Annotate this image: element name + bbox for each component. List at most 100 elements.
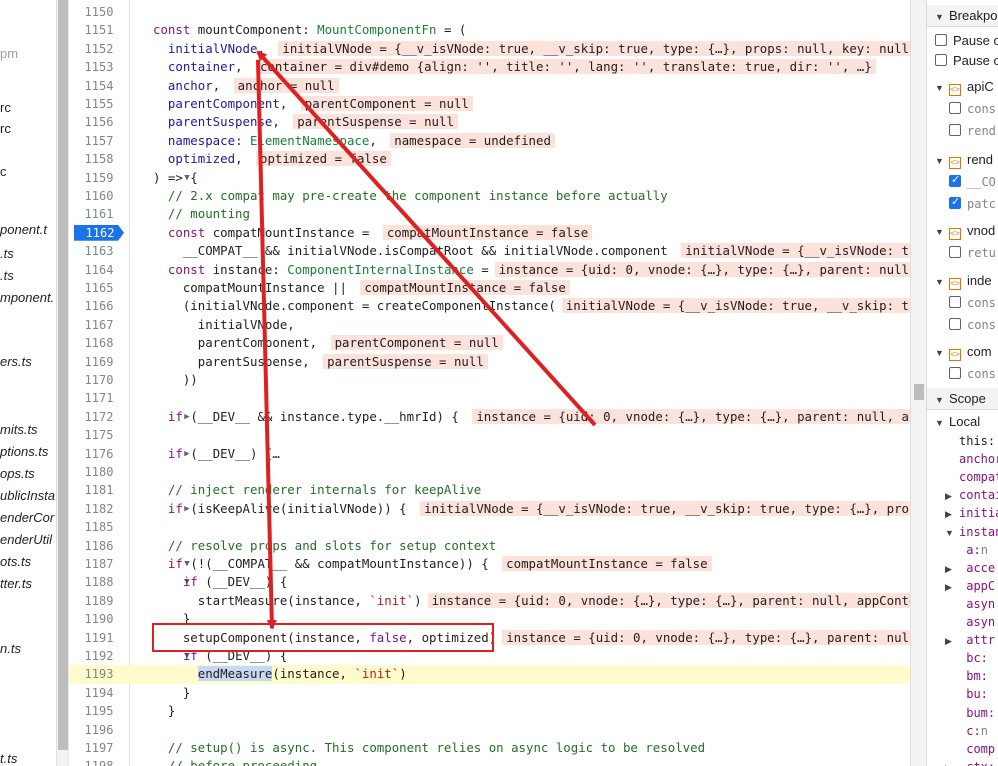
navigator-file[interactable]: ponent.t xyxy=(0,222,47,237)
line-number[interactable]: 1150 xyxy=(69,3,129,21)
scope-variable[interactable]: ▶ attr xyxy=(927,632,995,647)
line-number[interactable]: 1185 xyxy=(69,518,129,536)
navigator-scroll-thumb[interactable] xyxy=(58,0,68,750)
line-number[interactable]: 1158 xyxy=(69,150,129,168)
line-number[interactable]: 1176 xyxy=(69,445,129,463)
line-number[interactable]: 1188 xyxy=(69,573,129,591)
navigator-file[interactable]: t.ts xyxy=(0,751,17,766)
navigator-file[interactable]: .ts xyxy=(0,268,14,283)
line-number[interactable]: 1175 xyxy=(69,426,129,444)
line-number[interactable]: 1152 xyxy=(69,40,129,58)
line-number[interactable]: 1153 xyxy=(69,58,129,76)
breakpoint-checkbox[interactable] xyxy=(949,367,961,379)
scope-variable[interactable]: bc: xyxy=(927,650,988,665)
navigator-file[interactable]: ers.ts xyxy=(0,354,32,369)
navigator-file[interactable]: .ts xyxy=(0,246,14,261)
breakpoint-file-group[interactable]: ▼ <> rend xyxy=(927,152,993,169)
breakpoint-entry[interactable]: cons xyxy=(927,317,996,332)
breakpoint-checkbox[interactable] xyxy=(949,246,961,258)
line-number[interactable]: 1192 xyxy=(69,647,129,665)
line-number[interactable]: 1165 xyxy=(69,279,129,297)
scope-variable[interactable]: a:n xyxy=(927,542,988,557)
scope-variable[interactable]: ▶ ctx: xyxy=(927,759,995,766)
breakpoint-entry[interactable]: __CO xyxy=(927,173,996,189)
breakpoint-checkbox[interactable] xyxy=(949,124,961,136)
navigator-file[interactable]: enderUtil xyxy=(0,532,52,547)
line-number[interactable]: 1194 xyxy=(69,684,129,702)
line-number[interactable]: 1154 xyxy=(69,77,129,95)
line-number[interactable]: 1157 xyxy=(69,132,129,150)
line-number[interactable]: 1170 xyxy=(69,371,129,389)
breakpoint-file-group[interactable]: ▼ <> apiC xyxy=(927,79,994,96)
breakpoints-section-header[interactable]: ▼ Breakpo xyxy=(927,5,998,27)
scope-variable[interactable]: bm: xyxy=(927,668,988,683)
breakpoint-checkbox[interactable] xyxy=(949,318,961,330)
navigator-file[interactable]: mits.ts xyxy=(0,422,38,437)
breakpoint-marker[interactable]: 1162 xyxy=(74,224,126,242)
editor-scrollbar[interactable] xyxy=(910,0,926,766)
scope-variable[interactable]: ▼ instan xyxy=(927,524,998,539)
breakpoint-checkbox[interactable] xyxy=(949,102,961,114)
line-number[interactable]: 1190 xyxy=(69,610,129,628)
line-number[interactable]: 1171 xyxy=(69,389,129,407)
line-number[interactable]: 1164 xyxy=(69,261,129,279)
breakpoint-file-group[interactable]: ▼ <> inde xyxy=(927,273,992,290)
breakpoint-file-group[interactable]: ▼ <> com xyxy=(927,344,992,361)
line-number[interactable]: 1180 xyxy=(69,463,129,481)
line-number[interactable]: 1191 xyxy=(69,629,129,647)
scope-variable[interactable]: ▶ appC xyxy=(927,578,995,593)
scope-variable[interactable]: anchor xyxy=(927,451,998,466)
line-number[interactable]: 1181 xyxy=(69,481,129,499)
scope-variable[interactable]: ▶ contai xyxy=(927,487,998,502)
source-editor[interactable]: 1150 1151 const mountComponent: MountCompo… xyxy=(68,0,910,766)
line-number[interactable]: 1169 xyxy=(69,353,129,371)
line-number[interactable]: 1182 xyxy=(69,500,129,518)
breakpoint-checkbox[interactable] xyxy=(949,296,961,308)
line-number[interactable]: 1151 xyxy=(69,21,129,39)
line-number[interactable]: 1196 xyxy=(69,721,129,739)
scope-variable[interactable]: ▶ initia xyxy=(927,505,998,520)
line-number[interactable]: 1155 xyxy=(69,95,129,113)
breakpoint-checkbox[interactable] xyxy=(949,195,961,209)
scope-variable[interactable]: comp xyxy=(927,741,995,756)
line-number[interactable]: 1166 xyxy=(69,297,129,315)
line-number[interactable]: 1172 xyxy=(69,408,129,426)
scope-section-header[interactable]: ▼ Scope xyxy=(927,388,998,410)
line-number[interactable]: 1189 xyxy=(69,592,129,610)
breakpoint-entry[interactable]: retu xyxy=(927,245,996,260)
breakpoint-checkbox[interactable] xyxy=(949,173,961,187)
navigator-file[interactable]: n.ts xyxy=(0,641,21,656)
scope-variable[interactable]: asyn xyxy=(927,596,995,611)
local-scope-group[interactable]: ▼ Local xyxy=(927,414,980,429)
navigator-file[interactable]: ops.ts xyxy=(0,466,35,481)
line-number[interactable]: 1161 xyxy=(69,205,129,223)
navigator-scrollbar[interactable] xyxy=(56,0,68,766)
line-number[interactable]: 1197 xyxy=(69,739,129,757)
line-number[interactable]: 1156 xyxy=(69,113,129,131)
line-number[interactable]: 1159 xyxy=(69,169,129,187)
navigator-file[interactable]: c xyxy=(0,164,7,179)
navigator-file[interactable]: pm xyxy=(0,46,18,61)
navigator-file[interactable]: enderCor xyxy=(0,510,54,525)
pause-on-caught-toggle[interactable]: Pause o xyxy=(927,53,998,68)
scope-variable[interactable]: this: xyxy=(927,433,995,448)
scope-variable[interactable]: asyn xyxy=(927,614,995,629)
line-number[interactable]: 1187 xyxy=(69,555,129,573)
checkbox[interactable] xyxy=(935,54,947,66)
breakpoint-entry[interactable]: patc xyxy=(927,195,996,211)
navigator-file[interactable]: mponent. xyxy=(0,290,54,305)
navigator-file[interactable]: rc xyxy=(0,121,11,136)
breakpoint-entry[interactable]: cons xyxy=(927,295,996,310)
breakpoint-file-group[interactable]: ▼ <> vnod xyxy=(927,223,995,240)
breakpoint-entry[interactable]: rend xyxy=(927,123,996,138)
scope-variable[interactable]: c:n xyxy=(927,723,988,738)
line-number[interactable]: 1193 xyxy=(69,665,129,683)
line-number[interactable]: 1195 xyxy=(69,702,129,720)
scope-variable[interactable]: bum: xyxy=(927,705,995,720)
pause-on-exceptions-toggle[interactable]: Pause o xyxy=(927,33,998,48)
line-number[interactable]: 1167 xyxy=(69,316,129,334)
line-number[interactable]: 1163 xyxy=(69,242,129,260)
navigator-file[interactable]: rc xyxy=(0,100,11,115)
scope-variable[interactable]: ▶ acce xyxy=(927,560,995,575)
navigator-file[interactable]: ublicInsta xyxy=(0,488,55,503)
